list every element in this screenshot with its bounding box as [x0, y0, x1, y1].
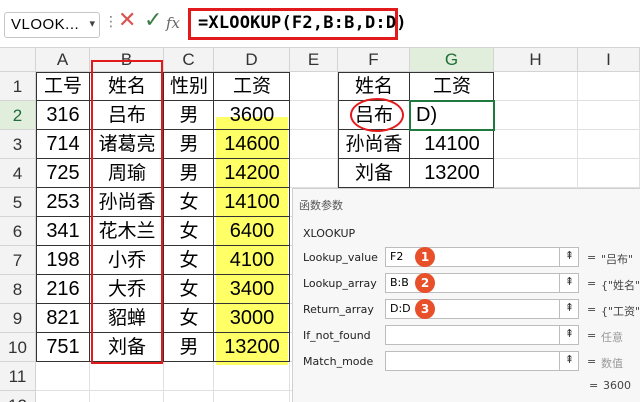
arg-label: Return_array — [303, 303, 374, 316]
row-header-10[interactable]: 10 — [0, 333, 36, 362]
row-header-3[interactable]: 3 — [0, 130, 36, 159]
step-badge: 1 — [415, 247, 435, 267]
dialog-title: 函数参数 — [299, 199, 343, 212]
table-divider — [213, 72, 214, 362]
select-all-corner[interactable] — [0, 48, 36, 72]
collapse-dialog-icon[interactable]: ⇞ — [559, 247, 579, 267]
arg-label: If_not_found — [303, 329, 371, 342]
column-header-i[interactable]: I — [578, 48, 640, 72]
arg-eq: = — [587, 303, 597, 316]
table-divider — [36, 245, 290, 246]
table-divider — [36, 274, 290, 275]
collapse-dialog-icon[interactable]: ⇞ — [559, 325, 579, 345]
name-box-value: VLOOK... — [11, 16, 80, 33]
row-header-12[interactable]: 12 — [0, 391, 36, 402]
table-divider — [36, 187, 290, 188]
arg-eq: = — [587, 277, 597, 290]
name-box[interactable]: VLOOK... ▾ — [4, 12, 100, 38]
table-divider — [36, 158, 290, 159]
arg-label: Match_mode — [303, 355, 374, 368]
enter-icon[interactable]: ✓ — [144, 8, 162, 33]
arg-result: {"工资" — [601, 305, 640, 318]
table-divider — [338, 158, 494, 159]
formula-result-eq: = — [589, 379, 599, 392]
column-header-c[interactable]: C — [164, 48, 214, 72]
column-header-g[interactable]: G — [410, 48, 494, 72]
row-header-2[interactable]: 2 — [0, 101, 36, 130]
arg-result: "吕布" — [601, 253, 634, 266]
arg-eq: = — [587, 355, 597, 368]
table-divider — [36, 332, 290, 333]
active-cell-g2 — [409, 100, 495, 131]
formula-input[interactable]: =XLOOKUP(F2,B:B,D:D) — [198, 13, 407, 33]
table-divider — [89, 72, 90, 362]
row-header-5[interactable]: 5 — [0, 188, 36, 217]
arg-label: Lookup_value — [303, 251, 378, 264]
arg-eq: = — [587, 251, 597, 264]
arg-result: {"姓名"; — [601, 279, 640, 292]
formula-result: 3600 — [603, 379, 631, 392]
collapse-dialog-icon[interactable]: ⇞ — [559, 273, 579, 293]
step-badge: 2 — [415, 273, 435, 293]
column-header-h[interactable]: H — [494, 48, 578, 72]
arg-label: Lookup_array — [303, 277, 377, 290]
more-options-icon[interactable]: ⋮ — [104, 14, 118, 30]
arg-input[interactable] — [385, 325, 579, 345]
column-header-e[interactable]: E — [290, 48, 338, 72]
arg-input[interactable] — [385, 351, 579, 371]
step-badge: 3 — [415, 299, 435, 319]
arg-eq: = — [587, 329, 597, 342]
column-header-f[interactable]: F — [338, 48, 410, 72]
table-divider — [36, 100, 290, 101]
row-header-1[interactable]: 1 — [0, 72, 36, 101]
function-arguments-dialog: 函数参数 XLOOKUP Lookup_value F2 ⇞ 1 = "吕布" Lookup… — [292, 188, 640, 402]
table-divider — [36, 216, 290, 217]
collapse-dialog-icon[interactable]: ⇞ — [559, 299, 579, 319]
row-header-9[interactable]: 9 — [0, 304, 36, 333]
row-header-11[interactable]: 11 — [0, 362, 36, 391]
table-divider — [36, 129, 290, 130]
lookup-value-annotation — [350, 98, 404, 132]
table-divider — [36, 303, 290, 304]
insert-function-icon[interactable]: fx — [166, 14, 180, 32]
table-divider — [163, 72, 164, 362]
name-column-annotation — [91, 60, 163, 364]
column-header-a[interactable]: A — [36, 48, 90, 72]
row-header-4[interactable]: 4 — [0, 159, 36, 188]
cancel-icon[interactable]: ✕ — [118, 8, 136, 33]
column-header-d[interactable]: D — [214, 48, 290, 72]
formula-bar: VLOOK... ▾ ⋮ ✕ ✓ fx =XLOOKUP(F2,B:B,D:D) — [0, 0, 640, 48]
row-header-6[interactable]: 6 — [0, 217, 36, 246]
collapse-dialog-icon[interactable]: ⇞ — [559, 351, 579, 371]
row-header-7[interactable]: 7 — [0, 246, 36, 275]
arg-result: 任意 — [601, 331, 623, 344]
row-header-8[interactable]: 8 — [0, 275, 36, 304]
function-name: XLOOKUP — [303, 227, 356, 240]
arg-result: 数值 — [601, 357, 623, 370]
chevron-down-icon[interactable]: ▾ — [89, 17, 95, 30]
